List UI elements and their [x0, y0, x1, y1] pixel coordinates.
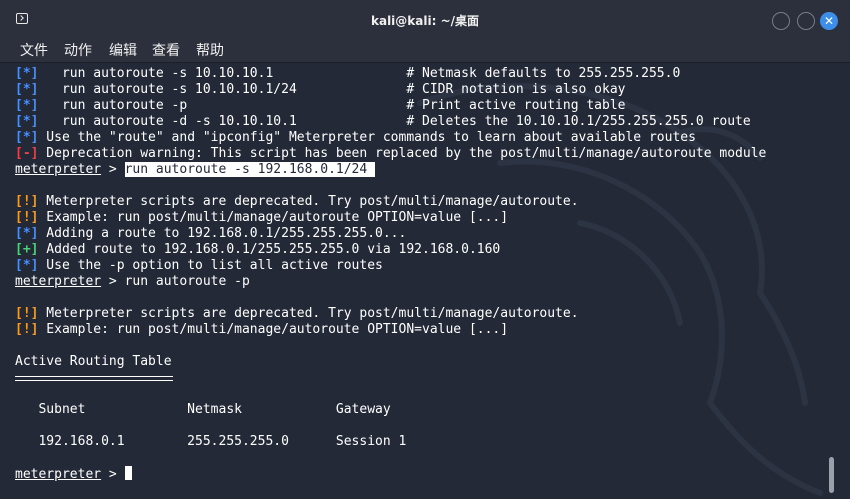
warning-tag: [!]: [15, 210, 39, 225]
terminal-line: [*] run autoroute -s 10.10.10.1/24 # CID…: [15, 82, 625, 98]
selected-command[interactable]: run autoroute -s 192.168.0.1/24: [124, 162, 376, 177]
prompt-separator: >: [101, 467, 125, 482]
warning-tag: [!]: [15, 194, 39, 209]
line-text: run autoroute -d -s 10.10.10.1 # Deletes…: [38, 114, 751, 129]
menu-file[interactable]: 文件: [20, 40, 48, 60]
terminal-line: [*] Use the "route" and "ipconfig" Meter…: [15, 130, 696, 146]
line-text: Use the "route" and "ipconfig" Meterpret…: [38, 130, 696, 145]
command-text: run autoroute -p: [124, 274, 250, 289]
info-tag: [*]: [15, 130, 39, 145]
prompt-line: meterpreter > run autoroute -s 192.168.0…: [15, 162, 376, 178]
terminal-line: [!] Example: run post/multi/manage/autor…: [15, 322, 508, 338]
info-tag: [*]: [15, 98, 39, 113]
window-title: kali@kali: ~/桌面: [370, 14, 480, 28]
terminal-output[interactable]: [*] run autoroute -s 10.10.10.1 # Netmas…: [0, 63, 850, 499]
meterpreter-prompt: meterpreter: [15, 467, 102, 482]
routing-table-header: Subnet Netmask Gateway: [15, 402, 391, 417]
info-tag: [*]: [15, 66, 39, 81]
prompt-line: meterpreter > run autoroute -p: [15, 274, 250, 290]
menu-action[interactable]: 动作: [64, 40, 92, 60]
line-text: Added route to 192.168.0.1/255.255.255.0…: [38, 242, 501, 257]
table-title-underline: [15, 376, 173, 381]
text-cursor: [124, 466, 132, 480]
prompt-separator: >: [101, 274, 125, 289]
terminal-line: [!] Meterpreter scripts are deprecated. …: [15, 306, 579, 322]
routing-table-title: Active Routing Table: [15, 354, 172, 369]
info-tag: [*]: [15, 114, 39, 129]
warning-tag: [!]: [15, 322, 39, 337]
menu-view[interactable]: 查看: [152, 40, 180, 60]
prompt-separator: >: [101, 162, 125, 177]
info-tag: [*]: [15, 258, 39, 273]
title-bar[interactable]: kali@kali: ~/桌面 ✕: [0, 0, 850, 38]
line-text: run autoroute -p # Print active routing …: [38, 98, 626, 113]
menu-edit[interactable]: 编辑: [109, 40, 137, 60]
prompt-line: meterpreter >: [15, 466, 132, 482]
terminal-line: [*] run autoroute -p # Print active rout…: [15, 98, 625, 114]
line-text: Adding a route to 192.168.0.1/255.255.25…: [38, 226, 407, 241]
menu-help[interactable]: 帮助: [196, 40, 224, 60]
line-text: run autoroute -s 10.10.10.1 # Netmask de…: [38, 66, 681, 81]
error-tag: [-]: [15, 146, 39, 161]
line-text: Meterpreter scripts are deprecated. Try …: [38, 194, 579, 209]
terminal-line: [-] Deprecation warning: This script has…: [15, 146, 766, 162]
terminal-line: [*] Adding a route to 192.168.0.1/255.25…: [15, 226, 406, 242]
line-text: run autoroute -s 10.10.10.1/24 # CIDR no…: [38, 82, 626, 97]
line-text: Example: run post/multi/manage/autoroute…: [38, 210, 509, 225]
minimize-button[interactable]: [772, 12, 790, 30]
line-text: Example: run post/multi/manage/autoroute…: [38, 322, 509, 337]
line-text: Use the -p option to list all active rou…: [38, 258, 383, 273]
info-tag: [*]: [15, 82, 39, 97]
terminal-line: [+] Added route to 192.168.0.1/255.255.2…: [15, 242, 500, 258]
table-row: 192.168.0.1 255.255.255.0 Session 1: [15, 434, 407, 449]
terminal-line: [*] run autoroute -d -s 10.10.10.1 # Del…: [15, 114, 751, 130]
terminal-line: [*] run autoroute -s 10.10.10.1 # Netmas…: [15, 66, 680, 82]
terminal-line: [!] Example: run post/multi/manage/autor…: [15, 210, 508, 226]
line-text: Deprecation warning: This script has bee…: [38, 146, 767, 161]
terminal-window: kali@kali: ~/桌面 ✕ 文件 动作 编辑 查看 帮助 [*] run…: [0, 0, 850, 499]
terminal-line: [!] Meterpreter scripts are deprecated. …: [15, 194, 579, 210]
line-text: Meterpreter scripts are deprecated. Try …: [38, 306, 579, 321]
meterpreter-prompt: meterpreter: [15, 274, 102, 289]
warning-tag: [!]: [15, 306, 39, 321]
close-button[interactable]: ✕: [820, 12, 838, 30]
terminal-line: [*] Use the -p option to list all active…: [15, 258, 383, 274]
vertical-scrollbar[interactable]: [829, 457, 834, 493]
menu-bar: 文件 动作 编辑 查看 帮助: [0, 38, 850, 63]
maximize-button[interactable]: [797, 12, 815, 30]
success-tag: [+]: [15, 242, 39, 257]
meterpreter-prompt: meterpreter: [15, 162, 102, 177]
info-tag: [*]: [15, 226, 39, 241]
